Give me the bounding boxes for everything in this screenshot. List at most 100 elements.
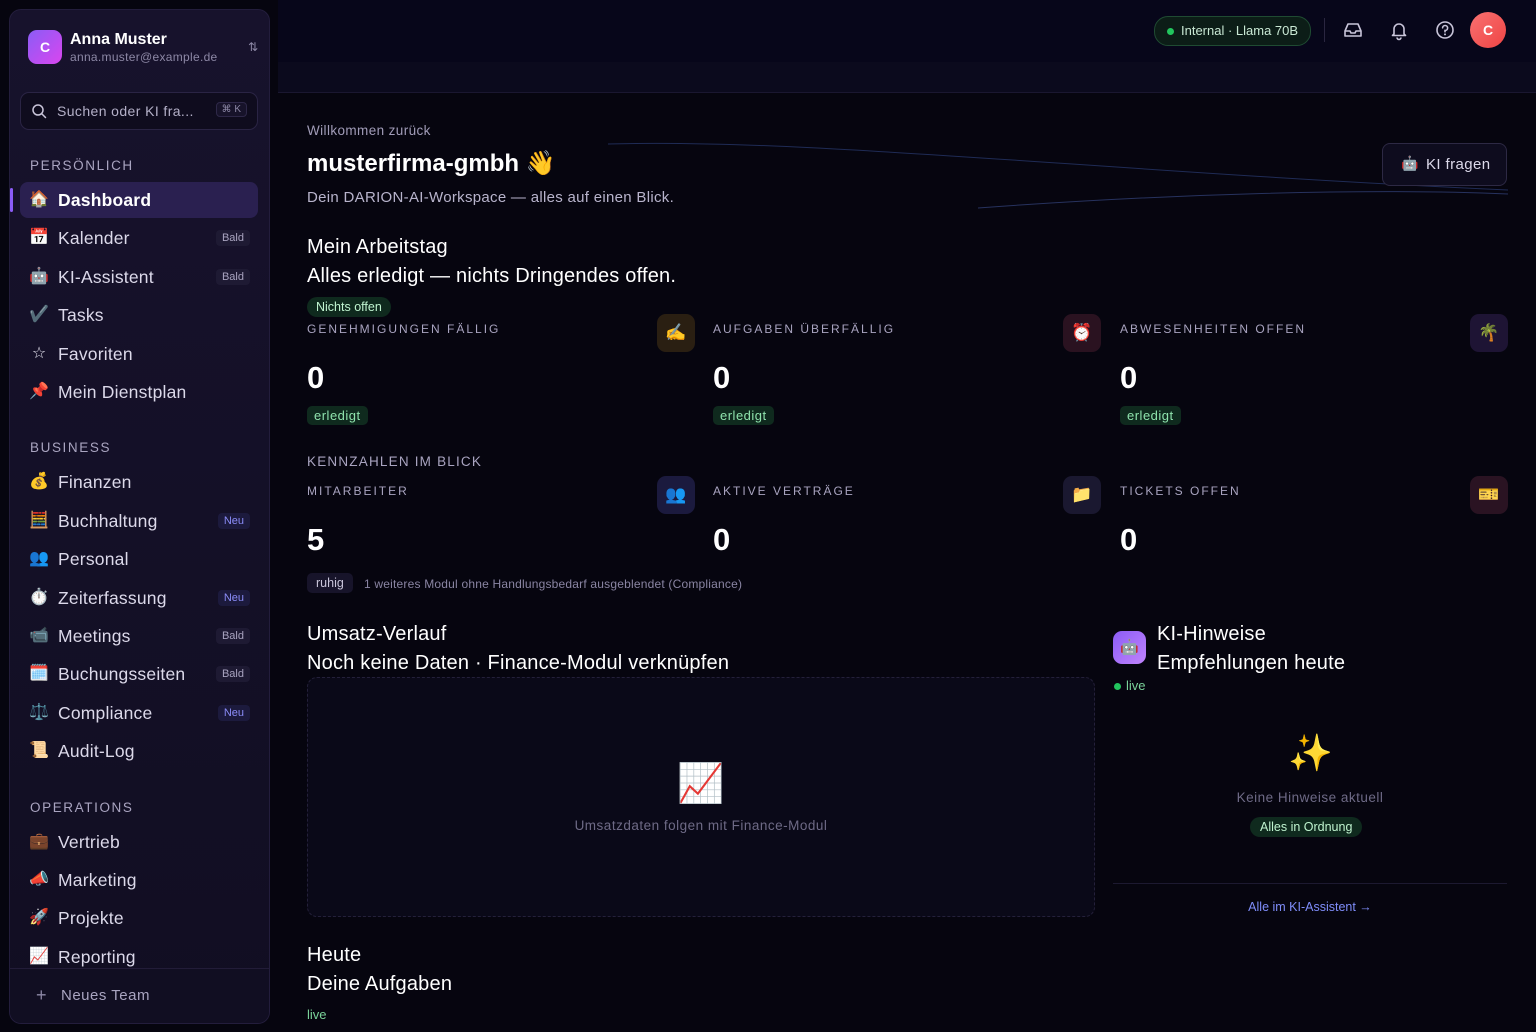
sidebar-item-label: Vertrieb [58,831,120,852]
sidebar-item-badge: Neu [217,704,250,721]
inbox-icon[interactable] [1342,19,1364,41]
sidebar-item-projekte[interactable]: 🚀 Projekte [20,900,258,936]
live-dot [1114,683,1121,690]
sidebar-item-favoriten[interactable]: ☆ Favoriten [20,336,258,372]
switch-account-icon[interactable]: ⇅ [248,40,258,54]
sidebar-item-meetings[interactable]: 📹 Meetings Bald [20,618,258,654]
plus-icon: + [36,985,47,1005]
reporting-icon: 📈 [29,947,49,965]
kpi-status-badge: erledigt [1120,406,1181,425]
sidebar-item-marketing[interactable]: 📣 Marketing [20,862,258,898]
ai-hints-title: KI-Hinweise [1157,623,1266,645]
divider [1324,18,1325,42]
ask-ai-button[interactable]: 🤖 KI fragen [1382,143,1507,186]
sidebar-item-personal[interactable]: 👥 Personal [20,541,258,577]
sidebar-item-label: KI-Assistent [58,266,154,287]
user-avatar[interactable]: C [1470,12,1506,48]
revenue-empty-text: Umsatzdaten folgen mit Finance-Modul [574,818,828,833]
kpi-card-aktive-verträge[interactable]: AKTIVE VERTRÄGE 📁 0 [713,476,1101,604]
account-email: anna.muster@example.de [70,50,218,64]
sidebar-item-label: Finanzen [58,472,132,493]
workday-status-badge: Nichts offen [307,297,391,317]
zeiterfassung-icon: ⏱️ [29,588,49,606]
favoriten-icon: ☆ [31,344,47,362]
workspace-name: musterfirma-gmbh 👋 [307,150,556,177]
audit-log-icon: 📜 [29,742,49,760]
kpi-card-tickets-offen[interactable]: TICKETS OFFEN 🎫 0 [1120,476,1508,604]
ai-hints-live-label: live [1126,678,1146,693]
kpi-value: 0 [307,360,325,395]
sidebar-item-zeiterfassung[interactable]: ⏱️ Zeiterfassung Neu [20,580,258,616]
kpi-value: 0 [1120,360,1138,395]
marketing-icon: 📣 [29,871,49,888]
sidebar-item-label: Reporting [58,946,136,967]
projekte-icon: 🚀 [29,909,49,927]
buchhaltung-icon: 🧮 [29,511,49,529]
search-input[interactable]: Suchen oder KI fra... ⌘ K [20,92,258,130]
sidebar-item-mein-dienstplan[interactable]: 📌 Mein Dienstplan [20,374,258,410]
sidebar-item-kalender[interactable]: 📅 Kalender Bald [20,220,258,256]
topbar: Internal · Llama 70B C [278,0,1536,62]
ask-ai-label: KI fragen [1426,156,1491,173]
kalender-icon: 📅 [29,229,49,247]
kpi-card-aufgaben-überfällig[interactable]: AUFGABEN ÜBERFÄLLIG ⏰ 0 erledigt [713,314,1101,442]
account-name: Anna Muster [70,31,167,48]
tasks-icon: ✔️ [29,306,49,324]
kpi-status-badge: erledigt [307,406,368,425]
kpi-caption: TICKETS OFFEN [1120,484,1241,498]
new-team-label: Neues Team [61,987,150,1004]
sidebar-item-label: Favoriten [58,343,133,364]
sidebar-item-label: Buchungsseiten [58,664,186,685]
sidebar-item-reporting[interactable]: 📈 Reporting [20,939,258,975]
meetings-icon: 📹 [29,627,49,644]
sidebar-section-title: BUSINESS [30,440,112,456]
robot-icon: 🤖 [1113,631,1146,664]
ai-hints-subtitle: Empfehlungen heute [1157,652,1346,674]
sidebar: C Anna Muster anna.muster@example.de ⇅ S… [9,9,270,1024]
sidebar-item-buchungsseiten[interactable]: 🗓️ Buchungsseiten Bald [20,656,258,692]
search-icon [32,104,47,119]
mein-dienstplan-icon: 📌 [29,383,49,400]
buchungsseiten-icon: 🗓️ [29,665,49,683]
kpi-value: 0 [713,522,731,557]
workday-title: Mein Arbeitstag [307,236,448,258]
sidebar-item-badge: Neu [217,512,250,529]
sidebar-item-buchhaltung[interactable]: 🧮 Buchhaltung Neu [20,503,258,539]
revenue-subtitle: Noch keine Daten · Finance-Modul verknüp… [307,652,730,674]
bell-icon[interactable] [1388,19,1410,41]
kpi-card-abwesenheiten-offen[interactable]: ABWESENHEITEN OFFEN 🌴 0 erledigt [1120,314,1508,442]
kpi-status-badge: erledigt [713,406,774,425]
ki-assistent-icon: 🤖 [29,267,49,285]
sidebar-item-audit-log[interactable]: 📜 Audit-Log [20,733,258,769]
kpi-value: 5 [307,522,325,557]
kpi-card-mitarbeiter[interactable]: MITARBEITER 👥 5 [307,476,695,604]
account-switcher[interactable]: C Anna Muster anna.muster@example.de ⇅ [28,30,258,70]
ai-hints-empty-text: Keine Hinweise aktuell [1236,790,1384,805]
abwesenheiten-offen-icon: 🌴 [1470,314,1508,352]
help-icon[interactable] [1434,19,1456,41]
sidebar-item-tasks[interactable]: ✔️ Tasks [20,297,258,333]
sidebar-item-badge: Neu [217,589,250,606]
sidebar-item-badge: Bald [215,230,250,247]
revenue-empty-state: 📈 Umsatzdaten folgen mit Finance-Modul [307,677,1095,917]
kpi-caption: AUFGABEN ÜBERFÄLLIG [713,322,896,336]
sidebar-item-ki-assistent[interactable]: 🤖 KI-Assistent Bald [20,259,258,295]
divider [1113,883,1507,884]
sidebar-item-dashboard[interactable]: 🏠 Dashboard [10,182,258,218]
kpi-caption: MITARBEITER [307,484,409,498]
tickets-offen-icon: 🎫 [1470,476,1508,514]
dashboard-icon: 🏠 [29,191,49,208]
kpi-caption: GENEHMIGUNGEN FÄLLIG [307,322,501,336]
sidebar-item-label: Dashboard [58,190,152,210]
kpi-card-genehmigungen-fällig[interactable]: GENEHMIGUNGEN FÄLLIG ✍️ 0 erledigt [307,314,695,442]
sidebar-item-vertrieb[interactable]: 💼 Vertrieb [20,824,258,860]
compliance-icon: ⚖️ [29,703,49,721]
model-indicator[interactable]: Internal · Llama 70B [1154,16,1312,46]
sidebar-item-finanzen[interactable]: 💰 Finanzen [20,464,258,500]
kpi-section-title: KENNZAHLEN IM BLICK [307,454,483,469]
new-team-button[interactable]: + Neues Team [10,968,269,1023]
kpi-value: 0 [713,360,731,395]
sidebar-item-label: Mein Dienstplan [58,382,187,402]
ai-hints-all-link[interactable]: Alle im KI-Assistent → [1113,900,1507,914]
sidebar-item-compliance[interactable]: ⚖️ Compliance Neu [20,695,258,731]
